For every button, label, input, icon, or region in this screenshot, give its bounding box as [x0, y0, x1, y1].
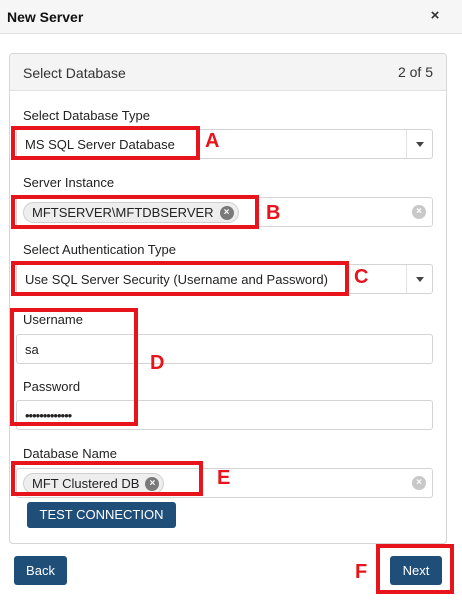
annotation-letter-b: B [266, 202, 281, 224]
annotation-box-c [11, 261, 349, 296]
annotation-box-e [11, 461, 203, 496]
panel-header: Select Database 2 of 5 [10, 54, 446, 91]
db-type-label: Select Database Type [23, 108, 150, 123]
annotation-letter-d: D [150, 352, 165, 374]
dialog-titlebar: New Server × [0, 0, 462, 34]
chevron-down-icon[interactable] [406, 130, 432, 158]
annotation-box-d [10, 308, 138, 426]
step-indicator: 2 of 5 [397, 64, 433, 80]
annotation-letter-a: A [205, 130, 220, 152]
annotation-box-b [11, 195, 259, 229]
annotation-box-f [376, 544, 454, 594]
close-icon[interactable]: × [428, 8, 442, 24]
dialog-title: New Server [7, 9, 84, 25]
clear-icon[interactable]: × [412, 476, 426, 490]
chevron-down-icon[interactable] [406, 265, 432, 293]
back-button[interactable]: Back [14, 556, 67, 585]
test-connection-button[interactable]: TEST CONNECTION [27, 502, 176, 528]
annotation-box-a [11, 126, 200, 160]
server-instance-label: Server Instance [23, 175, 115, 190]
database-name-label: Database Name [23, 446, 117, 461]
auth-type-label: Select Authentication Type [23, 242, 176, 257]
panel-title: Select Database [23, 65, 126, 81]
annotation-letter-e: E [217, 467, 231, 489]
clear-icon[interactable]: × [412, 205, 426, 219]
annotation-letter-f: F [355, 561, 368, 583]
annotation-letter-c: C [354, 266, 369, 288]
